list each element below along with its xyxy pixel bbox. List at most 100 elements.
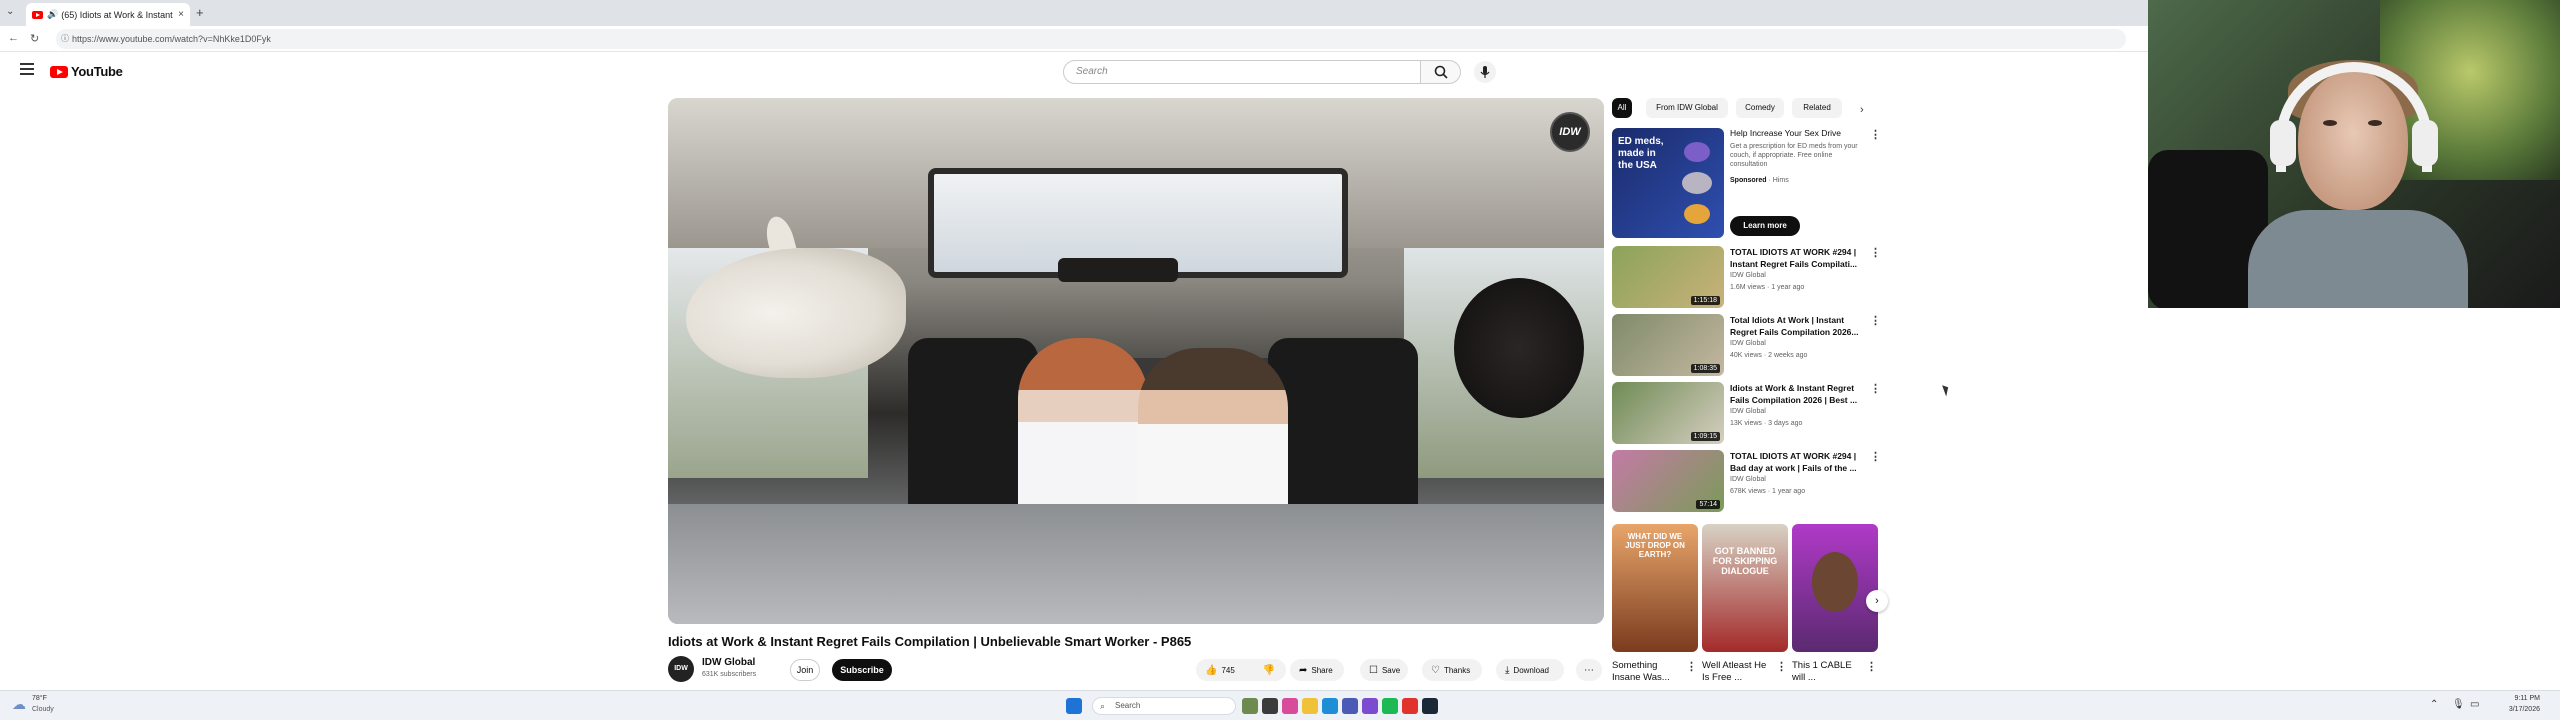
url-field[interactable]: ⓘ https://www.youtube.com/watch?v=NhKke1… — [56, 29, 2126, 49]
taskview-icon[interactable] — [1242, 698, 1258, 714]
video-thumbnail[interactable]: 1:08:35 — [1612, 314, 1724, 376]
subscriber-count: 631K subscribers — [702, 671, 757, 678]
youtube-logo[interactable]: YouTube — [50, 64, 123, 79]
chip-all[interactable]: All — [1612, 98, 1632, 118]
weather-temperature[interactable]: 78°F — [32, 695, 47, 702]
short-title[interactable]: This 1 CABLE will ... — [1792, 660, 1862, 684]
short-title[interactable]: Well Atleast He Is Free ... — [1702, 660, 1772, 684]
start-windows-icon[interactable] — [1066, 698, 1082, 714]
menu-icon[interactable] — [20, 63, 34, 75]
app-icon[interactable] — [1282, 698, 1298, 714]
network-icon[interactable]: ▭ — [2470, 699, 2479, 710]
webcam-headset-earcup — [2412, 120, 2438, 166]
spotify-icon[interactable] — [1382, 698, 1398, 714]
short-thumbnail[interactable]: GOT BANNED FOR SKIPPING DIALOGUE — [1702, 524, 1788, 652]
short-menu-icon[interactable]: ⋮ — [1776, 660, 1787, 673]
ad-thumbnail[interactable]: ED meds, made in the USA — [1612, 128, 1724, 238]
site-info-icon[interactable]: ⓘ — [61, 29, 69, 49]
tab-close-icon[interactable]: × — [178, 9, 184, 20]
video-thumbnail[interactable]: 1:15:18 — [1612, 246, 1724, 308]
video-menu-icon[interactable]: ⋮ — [1870, 314, 1881, 327]
channel-name[interactable]: IDW Global — [1730, 476, 1766, 483]
app-icon[interactable] — [1402, 698, 1418, 714]
recommended-video[interactable]: 1:09:15 Idiots at Work & Instant Regret … — [1612, 382, 1882, 446]
voice-search-button[interactable] — [1474, 61, 1496, 83]
video-title[interactable]: TOTAL IDIOTS AT WORK #294 | Bad day at w… — [1730, 450, 1866, 474]
channel-watermark-logo[interactable]: IDW — [1550, 112, 1590, 152]
reload-icon[interactable]: ↻ — [30, 32, 39, 45]
thumbs-up-icon: 👍 — [1205, 664, 1218, 676]
back-arrow-icon[interactable]: ← — [8, 32, 19, 44]
chevron-right-icon[interactable]: › — [1860, 104, 1864, 116]
ad-menu-icon[interactable]: ⋮ — [1870, 128, 1881, 141]
learn-more-button[interactable]: Learn more — [1730, 216, 1800, 236]
share-button[interactable]: ➦ Share — [1290, 659, 1344, 681]
video-title[interactable]: Idiots at Work & Instant Regret Fails Co… — [1730, 382, 1866, 406]
tab-list-chevron-icon[interactable]: ⌄ — [6, 6, 14, 17]
ad-title[interactable]: Help Increase Your Sex Drive — [1730, 128, 1860, 138]
new-tab-button[interactable]: + — [196, 5, 204, 20]
browser-icon[interactable] — [1322, 698, 1338, 714]
search-input[interactable]: Search — [1063, 60, 1421, 84]
video-thumbnail[interactable]: 57:14 — [1612, 450, 1724, 512]
save-button[interactable]: ☐ Save — [1360, 659, 1408, 681]
tray-chevron-icon[interactable]: ⌃ — [2430, 699, 2438, 710]
file-explorer-icon[interactable] — [1302, 698, 1318, 714]
speaker-icon[interactable]: 🔊 — [47, 9, 58, 20]
short-menu-icon[interactable]: ⋮ — [1686, 660, 1697, 673]
browser-tab-youtube[interactable]: 🔊 (65) Idiots at Work & Instant × — [26, 3, 190, 26]
recommended-video[interactable]: 1:15:18 TOTAL IDIOTS AT WORK #294 | Inst… — [1612, 246, 1882, 310]
download-button[interactable]: ⤓ Download — [1496, 659, 1564, 681]
video-menu-icon[interactable]: ⋮ — [1870, 450, 1881, 463]
short-title[interactable]: Something Insane Was... — [1612, 660, 1682, 684]
channel-name[interactable]: IDW Global — [1730, 272, 1766, 279]
video-title[interactable]: Total Idiots At Work | Instant Regret Fa… — [1730, 314, 1866, 338]
ad-pill-image — [1684, 142, 1710, 162]
shorts-next-button[interactable]: › — [1866, 590, 1888, 612]
video-menu-icon[interactable]: ⋮ — [1870, 246, 1881, 259]
recommended-video[interactable]: 57:14 TOTAL IDIOTS AT WORK #294 | Bad da… — [1612, 450, 1882, 514]
video-menu-icon[interactable]: ⋮ — [1870, 382, 1881, 395]
weather-cloud-icon[interactable]: ☁ — [12, 696, 26, 713]
ad-sponsored-label: Sponsored · Hims — [1730, 177, 1789, 184]
channel-name[interactable]: IDW Global — [702, 657, 755, 668]
webcam-person-body — [2248, 210, 2468, 308]
ad-description: Get a prescription for ED meds from your… — [1730, 143, 1858, 168]
discord-icon[interactable] — [1362, 698, 1378, 714]
app-icon[interactable] — [1342, 698, 1358, 714]
search-button[interactable] — [1421, 60, 1461, 84]
channel-name[interactable]: IDW Global — [1730, 408, 1766, 415]
search-icon: ⌕ — [1100, 701, 1106, 711]
video-title[interactable]: TOTAL IDIOTS AT WORK #294 | Instant Regr… — [1730, 246, 1866, 270]
subscribe-button[interactable]: Subscribe — [832, 659, 892, 681]
video-duration: 57:14 — [1696, 500, 1720, 509]
taskbar: ☁ 78°F Cloudy ⌕ Search ⌃ 🎙 ▭ 9:11 PM 3/1… — [0, 690, 2560, 720]
recommended-video[interactable]: 1:08:35 Total Idiots At Work | Instant R… — [1612, 314, 1882, 378]
channel-name[interactable]: IDW Global — [1730, 340, 1766, 347]
browser-tab-bar: ⌄ 🔊 (65) Idiots at Work & Instant × + — [0, 0, 2148, 26]
url-text: https://www.youtube.com/watch?v=NhKke1D0… — [72, 34, 271, 44]
microphone-tray-icon[interactable]: 🎙 — [2452, 699, 2465, 710]
steam-icon[interactable] — [1422, 698, 1438, 714]
youtube-favicon-icon — [32, 10, 43, 19]
short-menu-icon[interactable]: ⋮ — [1866, 660, 1877, 673]
thanks-button[interactable]: ♡ Thanks — [1422, 659, 1482, 681]
taskbar-search[interactable]: ⌕ Search — [1092, 697, 1236, 715]
dislike-button[interactable]: 👎 — [1252, 659, 1286, 681]
short-thumbnail[interactable] — [1792, 524, 1878, 652]
video-thumbnail[interactable]: 1:09:15 — [1612, 382, 1724, 444]
more-actions-button[interactable]: ⋯ — [1576, 659, 1602, 681]
chip-from-channel[interactable]: From IDW Global — [1646, 98, 1728, 118]
video-title: Idiots at Work & Instant Regret Fails Co… — [668, 634, 1192, 649]
join-button[interactable]: Join — [790, 659, 820, 681]
chip-related[interactable]: Related — [1792, 98, 1842, 118]
short-thumbnail[interactable]: WHAT DID WE JUST DROP ON EARTH? — [1612, 524, 1698, 652]
weather-description[interactable]: Cloudy — [32, 706, 54, 713]
clock-date[interactable]: 3/17/2026 — [2480, 706, 2540, 713]
channel-avatar[interactable]: IDW — [668, 656, 694, 682]
chip-comedy[interactable]: Comedy — [1736, 98, 1784, 118]
terminal-icon[interactable] — [1262, 698, 1278, 714]
clock-time[interactable]: 9:11 PM — [2480, 695, 2540, 702]
video-meta: 1.6M views · 1 year ago — [1730, 284, 1805, 291]
video-player[interactable]: IDW — [668, 98, 1604, 624]
